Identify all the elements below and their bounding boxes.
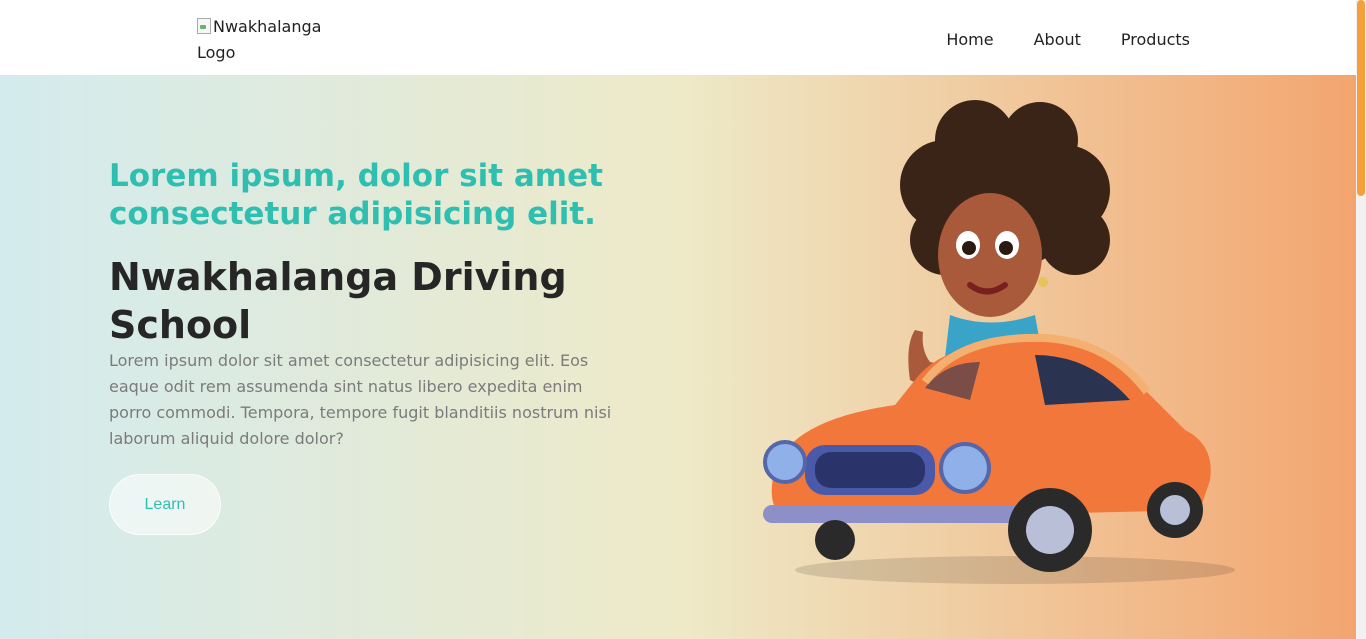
nav-link-home[interactable]: Home [946, 29, 993, 51]
broken-image-icon [197, 18, 211, 34]
nav-links: Home About Products [946, 29, 1190, 51]
navbar: Nwakhalanga Logo Home About Products [0, 0, 1356, 75]
hero-subtitle: Lorem ipsum, dolor sit amet consectetur … [109, 158, 603, 232]
hero-title: Nwakhalanga Driving School [109, 255, 567, 347]
learn-button[interactable]: Learn [109, 474, 221, 535]
hero-description: Lorem ipsum dolor sit amet consectetur a… [109, 351, 612, 448]
girl-driving-car-illustration [763, 100, 1235, 584]
scrollbar-thumb[interactable] [1357, 0, 1365, 196]
nav-link-products[interactable]: Products [1121, 29, 1190, 51]
logo-image-broken[interactable]: Nwakhalanga Logo [197, 14, 347, 66]
nav-link-about[interactable]: About [1034, 29, 1081, 51]
logo-alt-text: Nwakhalanga Logo [197, 17, 322, 62]
hero-section: Lorem ipsum, dolor sit amet consectetur … [0, 75, 1356, 639]
